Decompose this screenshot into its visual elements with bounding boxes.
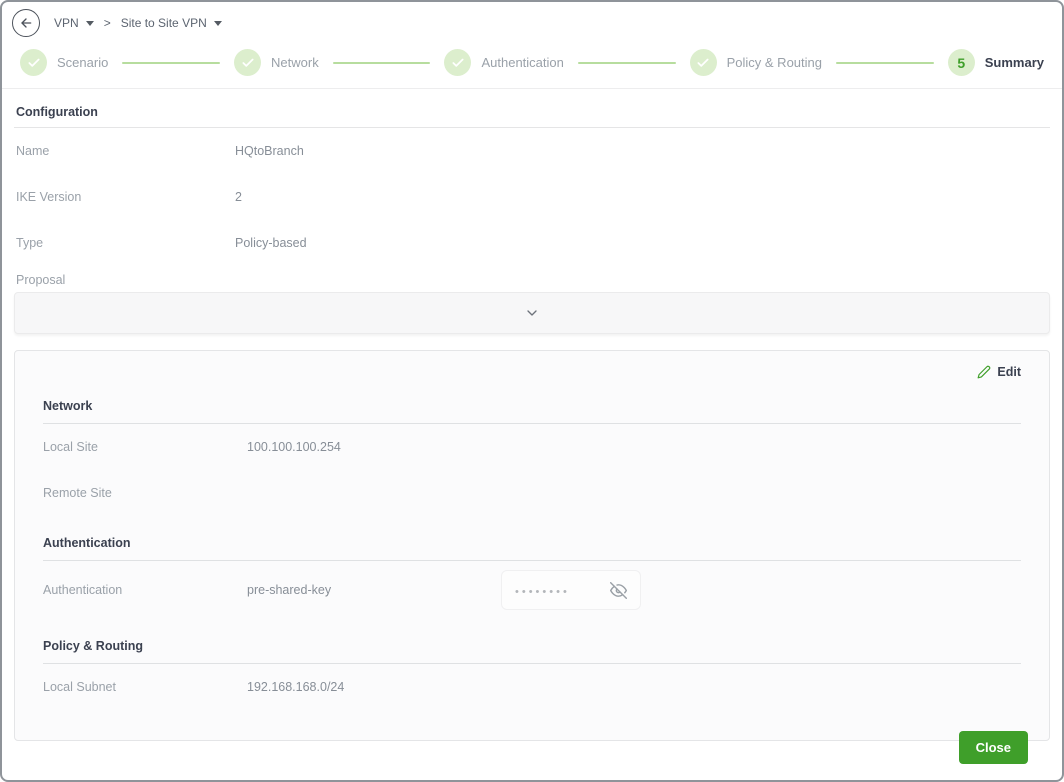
local-subnet-value: 192.168.168.0/24 (247, 680, 345, 694)
proposal-label: Proposal (16, 273, 66, 287)
step-summary[interactable]: 5 Summary (947, 49, 1044, 76)
ike-version-value: 2 (235, 190, 242, 204)
breadcrumb-vpn-dropdown[interactable]: VPN (54, 16, 94, 30)
breadcrumb: VPN > Site to Site VPN (54, 16, 222, 30)
step-connector (332, 61, 431, 64)
row-remote-site: Remote Site (43, 470, 1021, 516)
breadcrumb-vpn-label: VPN (54, 16, 79, 30)
breadcrumb-separator: > (103, 16, 111, 30)
local-site-label: Local Site (43, 440, 98, 454)
type-label: Type (16, 236, 44, 250)
edit-button-label: Edit (997, 365, 1021, 379)
masked-password: •••••••• (515, 585, 570, 598)
edit-button[interactable]: Edit (977, 365, 1021, 379)
step-policy-routing[interactable]: Policy & Routing (689, 49, 822, 76)
ike-version-label: IKE Version (16, 190, 82, 204)
check-icon (689, 49, 717, 76)
check-icon (234, 49, 262, 76)
step-label: Network (271, 55, 319, 70)
chevron-down-icon (213, 20, 222, 26)
authentication-value: pre-shared-key (247, 583, 332, 597)
step-label: Authentication (481, 55, 564, 70)
step-connector (577, 61, 676, 64)
pencil-icon (977, 365, 991, 379)
check-icon (20, 49, 47, 76)
network-section-title: Network (43, 379, 1021, 424)
authentication-section-title: Authentication (43, 516, 1021, 561)
step-authentication[interactable]: Authentication (444, 49, 564, 76)
step-label: Summary (984, 55, 1044, 70)
step-connector (122, 61, 221, 64)
panel-edit-row: Edit (43, 365, 1021, 379)
row-local-site: Local Site 100.100.100.254 (43, 424, 1021, 470)
name-value: HQtoBranch (235, 144, 304, 158)
chevron-down-icon (85, 20, 94, 26)
row-local-subnet: Local Subnet 192.168.168.0/24 (43, 664, 1021, 710)
row-authentication: Authentication pre-shared-key •••••••• (43, 561, 1021, 619)
step-number-badge: 5 (947, 49, 975, 76)
local-subnet-label: Local Subnet (43, 680, 116, 694)
config-row-type: Type Policy-based (14, 220, 1050, 266)
step-label: Scenario (57, 55, 109, 70)
wizard-stepper: Scenario Network Authentication Policy &… (2, 41, 1062, 89)
back-button[interactable] (12, 9, 40, 37)
chevron-down-icon (524, 305, 540, 321)
arrow-left-icon (18, 15, 34, 31)
configuration-section-title: Configuration (14, 89, 1050, 128)
vpn-wizard-page: VPN > Site to Site VPN Scenario Network (0, 0, 1064, 782)
top-bar: VPN > Site to Site VPN (2, 2, 1062, 41)
authentication-label: Authentication (43, 583, 123, 597)
pre-shared-key-field[interactable]: •••••••• (501, 570, 641, 610)
proposal-collapse-toggle[interactable] (14, 292, 1050, 334)
breadcrumb-site-to-site-label: Site to Site VPN (120, 16, 207, 30)
config-row-ike-version: IKE Version 2 (14, 174, 1050, 220)
close-button[interactable]: Close (958, 731, 1028, 764)
step-connector (836, 61, 934, 64)
main-content: Configuration Name HQtoBranch IKE Versio… (2, 89, 1062, 741)
eye-off-icon[interactable] (610, 581, 627, 599)
type-value: Policy-based (235, 236, 307, 250)
breadcrumb-site-to-site-dropdown[interactable]: Site to Site VPN (121, 16, 222, 30)
step-scenario[interactable]: Scenario (20, 49, 108, 76)
name-label: Name (16, 144, 50, 158)
check-icon (444, 49, 472, 76)
step-label: Policy & Routing (726, 55, 822, 70)
remote-site-label: Remote Site (43, 486, 112, 500)
local-site-value: 100.100.100.254 (247, 440, 341, 454)
policy-routing-section-title: Policy & Routing (43, 619, 1021, 664)
summary-panel: Edit Network Local Site 100.100.100.254 … (14, 350, 1050, 741)
step-network[interactable]: Network (234, 49, 319, 76)
config-row-name: Name HQtoBranch (14, 128, 1050, 174)
